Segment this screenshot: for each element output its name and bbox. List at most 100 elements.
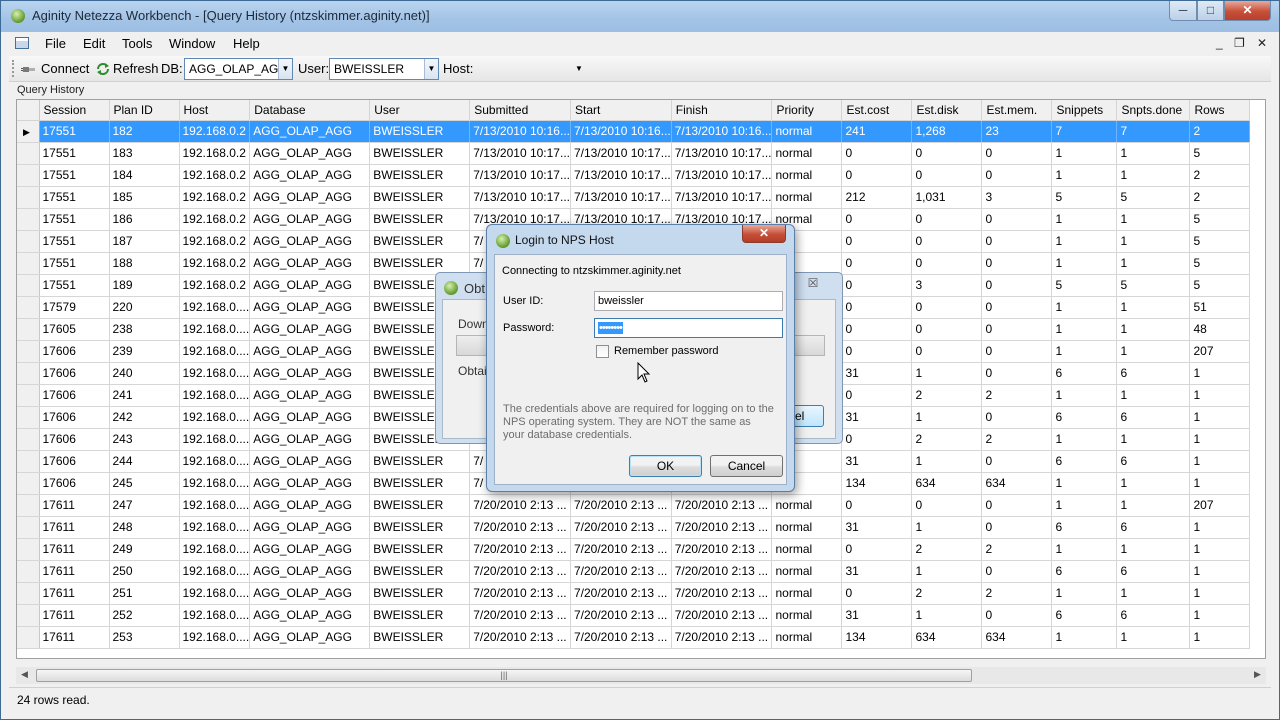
table-cell[interactable]: 1 [911,406,983,429]
column-header[interactable]: Plan ID [109,100,180,121]
table-cell[interactable]: 1 [1116,538,1191,561]
menu-file[interactable]: File [45,36,66,51]
table-cell[interactable]: 192.168.0.... [179,450,251,473]
table-cell[interactable]: BWEISSLER [369,516,471,539]
table-cell[interactable]: normal [771,142,843,165]
table-cell[interactable]: 2 [1189,120,1251,143]
table-cell[interactable]: 7/13/2010 10:16... [671,120,773,143]
column-header[interactable]: Rows [1189,100,1251,121]
table-cell[interactable]: 1 [1189,450,1251,473]
table-cell[interactable]: 2 [911,582,983,605]
table-cell[interactable]: BWEISSLER [369,208,471,231]
table-cell[interactable]: normal [771,604,843,627]
table-cell[interactable]: 1 [1051,538,1118,561]
table-cell[interactable]: 17611 [39,516,110,539]
table-cell[interactable]: 1 [911,450,983,473]
table-cell[interactable]: AGG_OLAP_AGG [249,362,371,385]
table-cell[interactable]: normal [771,120,843,143]
table-cell[interactable]: 7/20/2010 2:13 ... [469,494,571,517]
table-cell[interactable]: 1 [911,516,983,539]
table-cell[interactable]: 0 [911,142,983,165]
table-cell[interactable]: 0 [981,362,1053,385]
table-cell[interactable]: 7/20/2010 2:13 ... [671,626,773,649]
table-cell[interactable]: 0 [981,560,1053,583]
table-cell[interactable]: 7/20/2010 2:13 ... [671,538,773,561]
table-cell[interactable]: 7/13/2010 10:17... [671,164,773,187]
row-header[interactable] [17,340,40,363]
table-cell[interactable]: 5 [1116,186,1191,209]
table-row[interactable]: 17611 247 192.168.0.... AGG_OLAP_AGG BWEISSL… [17,494,1251,517]
table-cell[interactable]: 17579 [39,296,110,319]
table-cell[interactable]: 192.168.0.... [179,428,251,451]
row-header[interactable] [17,318,40,341]
table-cell[interactable]: 249 [109,538,180,561]
table-cell[interactable]: 1 [1051,318,1118,341]
table-cell[interactable]: 5 [1189,142,1251,165]
table-cell[interactable]: 7/20/2010 2:13 ... [570,582,672,605]
chevron-down-icon[interactable]: ▼ [278,59,292,79]
table-cell[interactable]: 192.168.0.... [179,340,251,363]
table-cell[interactable]: normal [771,538,843,561]
table-cell[interactable]: 7/20/2010 2:13 ... [570,604,672,627]
table-cell[interactable]: 17606 [39,450,110,473]
table-cell[interactable]: 1 [1116,296,1191,319]
table-cell[interactable]: 1,268 [911,120,983,143]
table-cell[interactable]: 7/20/2010 2:13 ... [469,538,571,561]
table-cell[interactable]: AGG_OLAP_AGG [249,450,371,473]
table-cell[interactable]: 0 [981,516,1053,539]
table-cell[interactable]: 192.168.0.2 [179,252,251,275]
table-cell[interactable]: 1 [1189,472,1251,495]
table-cell[interactable]: 17611 [39,604,110,627]
table-cell[interactable]: 0 [911,494,983,517]
table-cell[interactable]: 7/20/2010 2:13 ... [671,604,773,627]
table-cell[interactable]: 6 [1116,406,1191,429]
db-select[interactable]: AGG_OLAP_AGG ▼ [184,58,293,80]
table-cell[interactable]: AGG_OLAP_AGG [249,428,371,451]
row-header[interactable] [17,362,40,385]
table-cell[interactable]: 192.168.0.2 [179,164,251,187]
table-cell[interactable]: 1 [1189,384,1251,407]
table-cell[interactable]: 48 [1189,318,1251,341]
table-cell[interactable]: 1 [1189,626,1251,649]
table-cell[interactable]: 1 [1116,384,1191,407]
table-cell[interactable]: BWEISSLER [369,626,471,649]
table-cell[interactable]: 220 [109,296,180,319]
column-header[interactable]: Est.disk [911,100,983,121]
table-cell[interactable]: 1 [1189,362,1251,385]
table-cell[interactable]: 134 [841,472,913,495]
table-cell[interactable]: 238 [109,318,180,341]
table-cell[interactable]: 17551 [39,252,110,275]
table-cell[interactable]: BWEISSLER [369,560,471,583]
table-cell[interactable]: 245 [109,472,180,495]
table-cell[interactable]: AGG_OLAP_AGG [249,604,371,627]
table-cell[interactable]: 6 [1116,450,1191,473]
scroll-right-icon[interactable]: ▶ [1254,669,1261,680]
table-cell[interactable]: 1 [1051,142,1118,165]
table-cell[interactable]: 0 [981,604,1053,627]
table-cell[interactable]: 17606 [39,362,110,385]
table-cell[interactable]: BWEISSLER [369,494,471,517]
table-cell[interactable]: 212 [841,186,913,209]
row-header[interactable] [17,494,40,517]
column-header[interactable]: Submitted [469,100,571,121]
table-cell[interactable]: 192.168.0.2 [179,274,251,297]
menu-window[interactable]: Window [169,36,215,51]
table-cell[interactable]: 1 [1051,494,1118,517]
ok-button[interactable]: OK [629,455,702,477]
table-cell[interactable]: AGG_OLAP_AGG [249,296,371,319]
table-cell[interactable]: 1 [1051,164,1118,187]
row-header[interactable] [17,274,40,297]
table-cell[interactable]: 2 [911,428,983,451]
row-header[interactable] [17,472,40,495]
row-header[interactable] [17,252,40,275]
table-cell[interactable]: 31 [841,604,913,627]
table-cell[interactable]: 192.168.0.... [179,296,251,319]
table-cell[interactable]: 1 [1116,208,1191,231]
table-cell[interactable]: 17611 [39,494,110,517]
table-cell[interactable]: 2 [981,384,1053,407]
table-cell[interactable]: 207 [1189,340,1251,363]
table-cell[interactable]: 1 [1189,516,1251,539]
title-bar[interactable]: Aginity Netezza Workbench - [Query Histo… [1,1,1279,32]
table-cell[interactable]: 6 [1051,406,1118,429]
row-header[interactable] [17,186,40,209]
